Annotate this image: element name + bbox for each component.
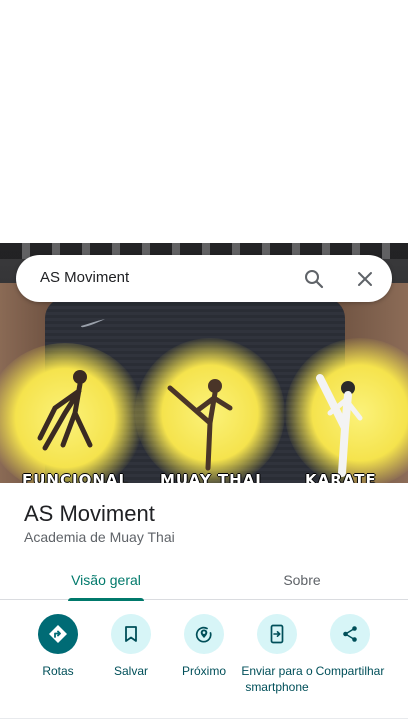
share-button-circle: [330, 614, 370, 654]
save-label: Salvar: [113, 664, 148, 678]
directions-button[interactable]: Rotas: [18, 614, 98, 679]
divider: [0, 718, 408, 719]
share-icon: [343, 626, 357, 642]
search-query[interactable]: AS Moviment: [40, 269, 129, 286]
photo-caption: MUAY THAI: [160, 471, 262, 483]
directions-button-circle: [38, 614, 78, 654]
athlete-battle-ropes-figure: [37, 370, 93, 451]
nearby-label: Próximo: [181, 664, 226, 678]
search-button[interactable]: [299, 264, 329, 294]
send-to-phone-button-circle: [257, 614, 297, 654]
tab-overview[interactable]: Visão geral: [28, 560, 184, 601]
tab-overview-label: Visão geral: [71, 572, 141, 588]
search-icon: [305, 270, 324, 289]
share-button[interactable]: Compartilhar: [310, 614, 390, 679]
place-category[interactable]: Academia de Muay Thai: [24, 529, 175, 545]
save-button-circle: [111, 614, 151, 654]
bookmark-icon: [125, 626, 137, 642]
photo-caption: FUNCIONAL: [22, 471, 130, 483]
photo-caption: KARATE: [305, 471, 377, 483]
nearby-icon: [195, 626, 212, 643]
nike-logo-icon: [81, 319, 105, 328]
clear-search-button[interactable]: [350, 264, 380, 294]
athlete-kick-figure: [167, 379, 233, 471]
tab-about[interactable]: Sobre: [224, 560, 380, 600]
athlete-karate-figure: [316, 374, 363, 477]
nearby-button-circle: [184, 614, 224, 654]
action-buttons-row: Rotas Salvar Próximo Enviar para o smart…: [0, 614, 408, 720]
place-title: AS Moviment: [24, 501, 155, 526]
save-button[interactable]: Salvar: [91, 614, 171, 679]
directions-label: Rotas: [42, 664, 74, 678]
search-bar[interactable]: AS Moviment: [16, 255, 392, 302]
tab-about-label: Sobre: [283, 572, 321, 588]
close-icon: [358, 272, 372, 286]
map-area[interactable]: [0, 0, 408, 243]
send-to-phone-icon: [270, 624, 284, 644]
send-to-phone-label: Enviar para o smartphone: [241, 664, 313, 694]
tab-bar: Visão geral Sobre: [0, 560, 408, 601]
active-tab-indicator: [68, 598, 144, 601]
directions-icon: [49, 625, 67, 643]
share-label: Compartilhar: [315, 664, 385, 678]
nearby-button[interactable]: Próximo: [164, 614, 244, 679]
send-to-phone-button[interactable]: Enviar para o smartphone: [237, 614, 317, 695]
